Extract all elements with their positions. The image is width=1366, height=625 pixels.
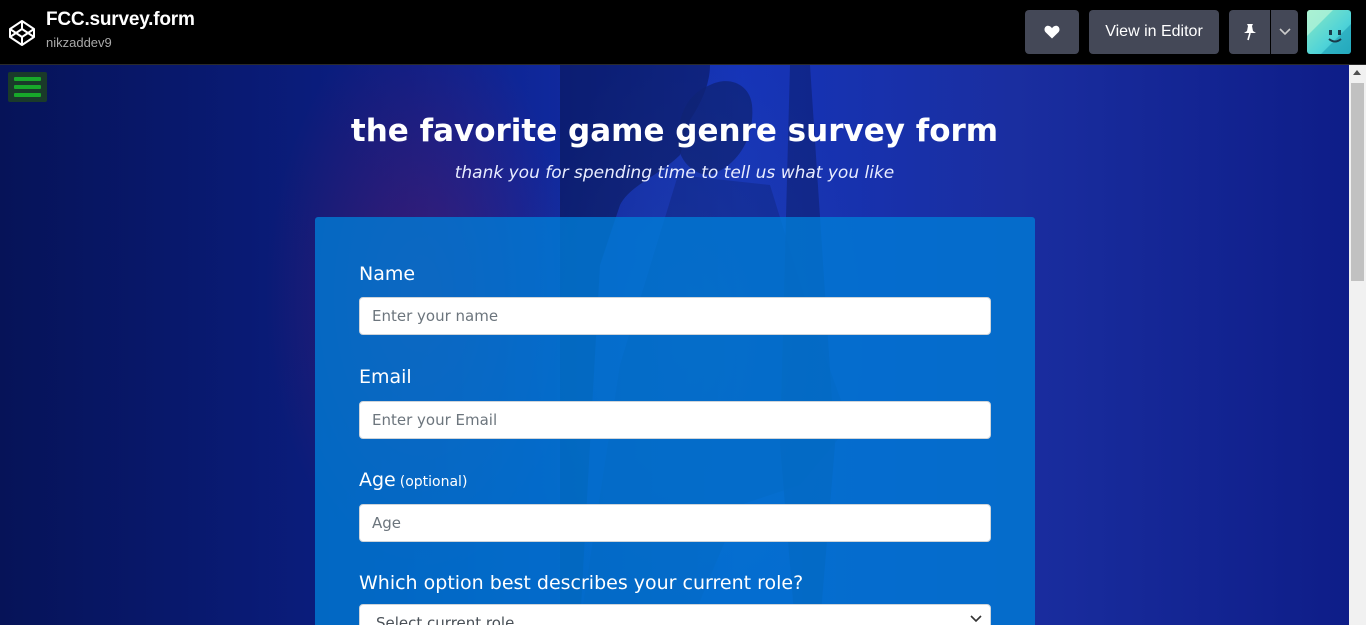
age-label-text: Age	[359, 469, 396, 491]
pin-dropdown-button[interactable]	[1271, 10, 1298, 54]
scrollbar-thumb[interactable]	[1351, 83, 1364, 281]
age-label: Age (optional)	[359, 469, 467, 491]
role-question-label: Which option best describes your current…	[359, 572, 804, 594]
codepen-header: FCC.survey.form nikzaddev9 View in Edito…	[0, 0, 1366, 65]
page-title: the favorite game genre survey form	[350, 113, 999, 149]
email-input[interactable]	[359, 401, 991, 439]
page-description: thank you for spending time to tell us w…	[454, 163, 895, 183]
role-select-value: Select current role	[376, 614, 515, 625]
like-button[interactable]	[1025, 10, 1079, 54]
pen-author[interactable]: nikzaddev9	[46, 35, 112, 50]
name-label: Name	[359, 263, 416, 285]
pen-title[interactable]: FCC.survey.form	[46, 9, 195, 31]
email-label: Email	[359, 366, 412, 388]
role-select[interactable]: Select current role	[359, 604, 991, 625]
vertical-scrollbar[interactable]	[1349, 65, 1366, 625]
select-chevron-icon	[970, 615, 982, 623]
pin-icon	[1243, 24, 1256, 41]
chevron-down-icon	[1278, 28, 1291, 36]
user-avatar[interactable]	[1307, 10, 1351, 54]
hamburger-menu-icon[interactable]	[8, 72, 47, 102]
avatar-face-icon	[1307, 10, 1351, 54]
age-input[interactable]	[359, 504, 991, 542]
pen-preview: the favorite game genre survey form than…	[0, 65, 1349, 625]
scroll-up-icon[interactable]	[1353, 70, 1361, 75]
pin-button[interactable]	[1229, 10, 1270, 54]
view-in-editor-button[interactable]: View in Editor	[1089, 10, 1219, 54]
age-optional-note: (optional)	[399, 474, 468, 490]
survey-form-card: Name Email Age(optional) Which option be…	[315, 217, 1035, 625]
heart-icon	[1044, 25, 1060, 39]
name-input[interactable]	[359, 297, 991, 335]
codepen-logo-icon[interactable]	[8, 19, 36, 47]
